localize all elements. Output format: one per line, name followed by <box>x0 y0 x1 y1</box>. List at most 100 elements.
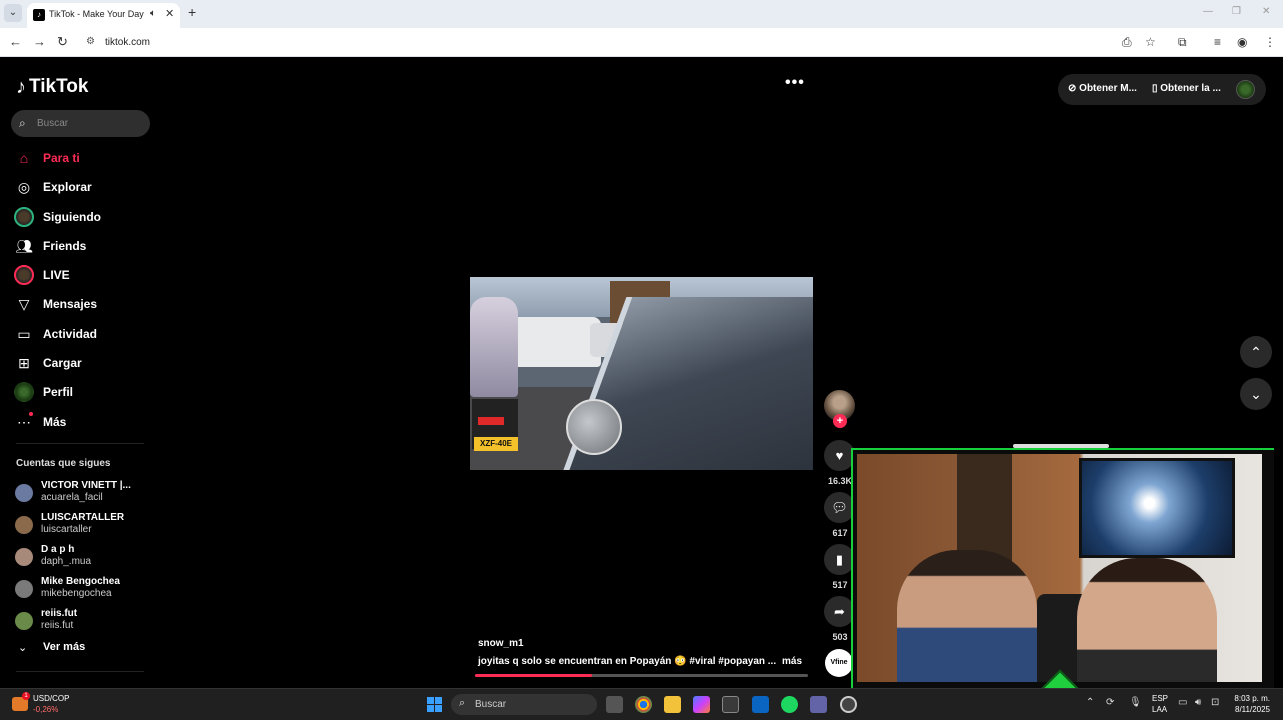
search-placeholder: Buscar <box>37 118 69 129</box>
send-icon: ▽ <box>18 296 30 313</box>
extensions-puzzle-icon[interactable]: ⧉ <box>1178 35 1187 49</box>
video-progress-fill <box>475 674 592 677</box>
spotify-icon[interactable] <box>781 696 798 713</box>
widget-value: -0,26% <box>33 705 59 714</box>
following-account[interactable]: LUISCARTALLER luiscartaller <box>0 510 160 542</box>
profile-avatar <box>14 382 34 403</box>
maximize-icon[interactable]: ❐ <box>1232 6 1241 17</box>
language-indicator[interactable]: ESP <box>1152 694 1168 703</box>
chat-icon: ▭ <box>17 325 31 342</box>
nav-item-friends[interactable]: 👥︎ Friends <box>0 231 160 260</box>
video-more-options-icon[interactable]: ••• <box>785 74 805 92</box>
get-app-button[interactable]: ▯ Obtener la ... <box>1152 83 1221 94</box>
account-username: acuarela_facil <box>41 492 103 503</box>
nav-label: LIVE <box>43 268 70 283</box>
top-actions-pill: ⊘ Obtener M... ▯ Obtener la ... <box>1058 74 1266 105</box>
following-account[interactable]: reiis.fut reiis.fut <box>0 606 160 638</box>
windows-start-icon[interactable] <box>427 697 442 712</box>
chrome-icon[interactable] <box>635 696 652 713</box>
follow-plus-icon[interactable]: + <box>833 414 847 428</box>
url-field[interactable]: tiktok.com <box>105 37 150 48</box>
media-control-icon[interactable]: ≡ <box>1214 35 1221 49</box>
live-avatar <box>14 265 34 286</box>
sync-icon[interactable]: ⟳ <box>1106 697 1114 708</box>
notification-dot <box>29 411 33 416</box>
install-app-icon[interactable]: ⎙ <box>1122 35 1132 49</box>
following-account[interactable]: Mike Bengochea mikebengochea <box>0 574 160 606</box>
battery-icon[interactable]: ⊡ <box>1211 697 1219 708</box>
copilot-icon[interactable] <box>693 696 710 713</box>
new-tab-plus-icon[interactable]: + <box>188 5 196 19</box>
back-arrow-icon[interactable]: ← <box>9 35 22 49</box>
webcam-person-left <box>897 550 1037 682</box>
webcam-person-right <box>1077 558 1217 682</box>
friends-icon: 👥︎ <box>15 237 33 254</box>
network-icon[interactable]: ▭ <box>1178 697 1187 708</box>
speaker-icon[interactable]: 🔈︎ <box>150 8 156 19</box>
next-video-chevron-down-icon[interactable]: ⌄ <box>1240 378 1272 410</box>
teams-icon[interactable] <box>810 696 827 713</box>
divider <box>16 443 144 444</box>
bookmark-star-icon[interactable]: ☆ <box>1145 35 1156 49</box>
taskbar-search-input[interactable]: ⌕ Buscar <box>451 694 597 715</box>
file-explorer-icon[interactable] <box>664 696 681 713</box>
profile-icon[interactable]: ◉ <box>1237 35 1247 49</box>
volume-icon[interactable]: 🔊︎ <box>1195 697 1201 708</box>
browser-tab-strip: ⌄ ♪ TikTok - Make Your Day 🔈︎ ✕ + — ❐ ✕ <box>0 0 1283 28</box>
minimize-icon[interactable]: — <box>1203 6 1213 17</box>
home-icon: ⌂ <box>19 150 29 166</box>
account-username: daph_.mua <box>41 556 92 567</box>
video-progress-bar[interactable] <box>475 674 808 677</box>
video-author[interactable]: snow_m1 <box>478 638 524 649</box>
nav-item-explorar[interactable]: ◎ Explorar <box>0 172 160 201</box>
nav-item-para-ti[interactable]: ⌂ Para ti <box>0 143 160 172</box>
video-side-mirror <box>566 399 622 455</box>
site-info-icon[interactable]: ⚙ <box>86 36 95 47</box>
taskbar-search-placeholder: Buscar <box>475 699 507 710</box>
nav-item-actividad[interactable]: ▭ Actividad <box>0 319 160 348</box>
get-coins-button[interactable]: ⊘ Obtener M... <box>1068 83 1137 94</box>
browser-tab-tiktok[interactable]: ♪ TikTok - Make Your Day 🔈︎ ✕ <box>27 3 180 28</box>
clock-time[interactable]: 8:03 p. m. <box>1232 694 1270 703</box>
user-avatar[interactable] <box>1236 80 1255 99</box>
widget-title[interactable]: USD/COP <box>33 694 69 703</box>
nav-label: Cargar <box>43 356 82 371</box>
music-disc[interactable]: Vfine <box>825 649 853 677</box>
window-close-icon[interactable]: ✕ <box>1262 6 1270 17</box>
outlook-icon[interactable] <box>752 696 769 713</box>
see-more-button[interactable]: ⌄ Ver más <box>0 637 150 659</box>
nav-item-mas[interactable]: ⋯ Más <box>0 407 160 436</box>
caption-more-link[interactable]: más <box>782 656 802 667</box>
following-account[interactable]: D a p h daph_.mua <box>0 542 160 574</box>
windows-taskbar: 1 USD/COP -0,26% ⌕ Buscar ⌃ ⟳ 🎙︎ ESP LAA… <box>0 688 1283 720</box>
browser-menu-icon[interactable]: ⋮ <box>1264 35 1276 49</box>
nav-item-live[interactable]: LIVE <box>0 260 160 289</box>
tab-search-chevron-icon[interactable]: ⌄ <box>4 4 22 22</box>
task-view-icon[interactable] <box>606 696 623 713</box>
account-name: Mike Bengochea <box>41 576 120 587</box>
screen: ⌄ ♪ TikTok - Make Your Day 🔈︎ ✕ + — ❐ ✕ … <box>0 0 1283 720</box>
search-icon: ⌕ <box>459 697 466 709</box>
account-username: reiis.fut <box>41 620 74 631</box>
search-input[interactable]: ⌕ Buscar <box>11 110 150 137</box>
microphone-icon[interactable]: 🎙︎ <box>1129 697 1142 708</box>
video-motorcyclist <box>470 297 518 397</box>
following-account[interactable]: VICTOR VINETT |... acuarela_facil <box>0 478 160 510</box>
nav-item-mensajes[interactable]: ▽ Mensajes <box>0 289 160 318</box>
video-license-plate: XZF-40E <box>474 437 518 451</box>
store-icon[interactable] <box>722 696 739 713</box>
tiktok-logo[interactable]: ♪ TikTok <box>16 75 88 99</box>
tray-chevron-up-icon[interactable]: ⌃ <box>1086 697 1094 708</box>
forward-arrow-icon[interactable]: → <box>33 35 46 49</box>
get-coins-label: Obtener M... <box>1079 83 1137 94</box>
obs-icon[interactable] <box>840 696 857 713</box>
reload-icon[interactable]: ↻ <box>57 35 68 49</box>
previous-video-chevron-up-icon[interactable]: ⌃ <box>1240 336 1272 368</box>
nav-item-siguiendo[interactable]: Siguiendo <box>0 202 160 231</box>
webcam-feed <box>857 454 1262 682</box>
close-tab-icon[interactable]: ✕ <box>165 7 174 20</box>
video-player[interactable]: XZF-40E <box>470 277 813 470</box>
nav-item-perfil[interactable]: Perfil <box>0 377 160 406</box>
widget-badge: 1 <box>22 692 30 700</box>
nav-item-cargar[interactable]: ⊞ Cargar <box>0 348 160 377</box>
